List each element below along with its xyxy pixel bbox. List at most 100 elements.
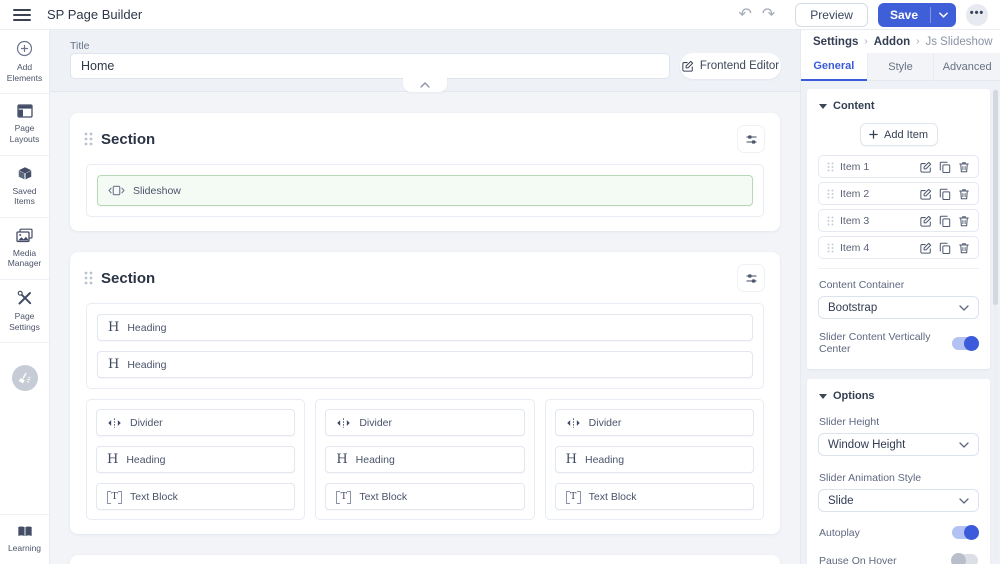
addon-heading[interactable]: H Heading (554, 446, 754, 473)
breadcrumb-settings[interactable]: Settings (813, 36, 858, 48)
pause-on-hover-toggle-label: Pause On Hover (819, 554, 897, 564)
preview-button[interactable]: Preview (795, 2, 868, 27)
section-settings-button[interactable] (738, 126, 764, 152)
edit-icon[interactable] (920, 161, 932, 173)
duplicate-icon[interactable] (939, 242, 951, 254)
addon-divider[interactable]: Divider (96, 409, 296, 436)
delete-icon[interactable] (958, 215, 970, 227)
text-block-icon: T (107, 490, 122, 504)
section-drag-handle-icon[interactable] (84, 132, 93, 146)
section-title: Section (101, 130, 156, 148)
app-window: SP Page Builder ↶ ↷ Preview Save ••• Add… (0, 0, 1000, 564)
duplicate-icon[interactable] (939, 188, 951, 200)
frontend-editor-button[interactable]: Frontend Editor (680, 53, 781, 79)
settings-panel: Settings › Addon › Js Slideshow General … (800, 30, 1000, 564)
row-container: Slideshow (86, 164, 764, 217)
chevron-down-icon (959, 497, 969, 504)
plus-circle-icon (16, 40, 33, 57)
addon-divider[interactable]: Divider (554, 409, 754, 436)
text-block-icon: T (336, 490, 352, 504)
broom-icon (18, 372, 31, 384)
pause-on-hover-toggle[interactable] (951, 553, 978, 564)
slideshow-item-row[interactable]: Item 4 (818, 236, 979, 259)
divider-icon (108, 417, 121, 428)
sidebar-item-label: Learning (7, 543, 42, 554)
add-item-label: Add Item (883, 128, 929, 141)
delete-icon[interactable] (958, 188, 970, 200)
addon-heading[interactable]: H Heading (97, 314, 753, 341)
sidebar-item-learning[interactable]: Learning (0, 514, 49, 564)
item-drag-handle-icon[interactable] (827, 189, 834, 199)
cube-icon (18, 166, 31, 179)
addon-slideshow[interactable]: Slideshow (97, 175, 753, 206)
duplicate-icon[interactable] (939, 215, 951, 227)
addon-label: Heading (585, 453, 625, 466)
heading-icon: H (565, 452, 577, 467)
duplicate-icon[interactable] (939, 161, 951, 173)
heading-icon: H (108, 320, 120, 335)
section-drag-handle-icon[interactable] (84, 271, 93, 285)
sidebar-item-page-layouts[interactable]: Page Layouts (0, 94, 49, 156)
more-options-button[interactable]: ••• (966, 3, 988, 26)
image-icon (16, 228, 33, 242)
content-group-header[interactable]: Content (815, 98, 982, 116)
delete-icon[interactable] (958, 161, 970, 173)
sidebar-item-media-manager[interactable]: Media Manager (0, 218, 49, 280)
addon-heading[interactable]: H Heading (97, 351, 753, 378)
caret-down-icon (819, 393, 827, 399)
slideshow-item-row[interactable]: Item 1 (818, 155, 979, 178)
save-button[interactable]: Save (877, 2, 956, 27)
panel-scrollbar-thumb[interactable] (993, 90, 998, 305)
addon-heading[interactable]: H Heading (325, 446, 525, 473)
page-title-input[interactable] (70, 53, 670, 79)
vcenter-toggle-label: Slider Content Vertically Center (819, 331, 931, 355)
edit-icon[interactable] (920, 188, 932, 200)
add-item-button[interactable]: Add Item (859, 123, 938, 146)
breadcrumb-separator-icon: › (864, 36, 868, 47)
slider-height-select[interactable]: Window Height (818, 433, 979, 456)
sidebar-item-label: Page Settings (9, 311, 40, 332)
tab-advanced[interactable]: Advanced (933, 53, 1000, 81)
delete-icon[interactable] (958, 242, 970, 254)
collapse-titlebar-button[interactable] (403, 77, 447, 92)
item-drag-handle-icon[interactable] (827, 162, 834, 172)
redo-icon[interactable]: ↷ (762, 6, 775, 23)
sidebar-item-saved-items[interactable]: Saved Items (0, 156, 49, 218)
item-drag-handle-icon[interactable] (827, 216, 834, 226)
slideshow-item-row[interactable]: Item 2 (818, 182, 979, 205)
edit-icon[interactable] (920, 242, 932, 254)
tab-general[interactable]: General (801, 53, 867, 81)
autoplay-toggle-label: Autoplay (819, 526, 860, 539)
item-drag-handle-icon[interactable] (827, 243, 834, 253)
column-container: Divider H Heading T Text Block (86, 399, 306, 520)
addon-heading[interactable]: H Heading (96, 446, 296, 473)
autoplay-toggle[interactable] (952, 525, 979, 540)
clear-page-button[interactable] (11, 365, 38, 392)
addon-text-block[interactable]: T Text Block (554, 483, 754, 510)
panel-tabs: General Style Advanced (801, 53, 1000, 81)
app-title: SP Page Builder (47, 7, 143, 22)
slideshow-item-row[interactable]: Item 3 (818, 209, 979, 232)
save-button-label[interactable]: Save (878, 3, 930, 27)
vcenter-toggle[interactable] (952, 335, 979, 351)
save-dropdown-chevron-icon[interactable] (931, 3, 956, 27)
content-container-value: Bootstrap (828, 301, 878, 314)
sidebar-item-page-settings[interactable]: Page Settings (0, 280, 49, 344)
tools-icon (17, 290, 31, 305)
addon-divider[interactable]: Divider (325, 409, 525, 436)
sliders-icon (746, 134, 756, 144)
sidebar-item-add-elements[interactable]: Add Elements (0, 30, 49, 95)
section-settings-button[interactable] (738, 265, 764, 291)
content-group-title: Content (833, 100, 875, 112)
animation-style-select[interactable]: Slide (818, 489, 979, 512)
breadcrumb-addon[interactable]: Addon (874, 36, 910, 48)
options-group-header[interactable]: Options (815, 388, 982, 406)
hamburger-menu-icon[interactable] (13, 8, 31, 21)
content-container-select[interactable]: Bootstrap (818, 296, 979, 319)
addon-text-block[interactable]: T Text Block (325, 483, 525, 510)
section-card-3: Section (70, 555, 780, 564)
undo-icon[interactable]: ↶ (738, 6, 751, 23)
addon-text-block[interactable]: T Text Block (96, 483, 296, 510)
tab-style[interactable]: Style (866, 53, 934, 81)
edit-icon[interactable] (920, 215, 932, 227)
